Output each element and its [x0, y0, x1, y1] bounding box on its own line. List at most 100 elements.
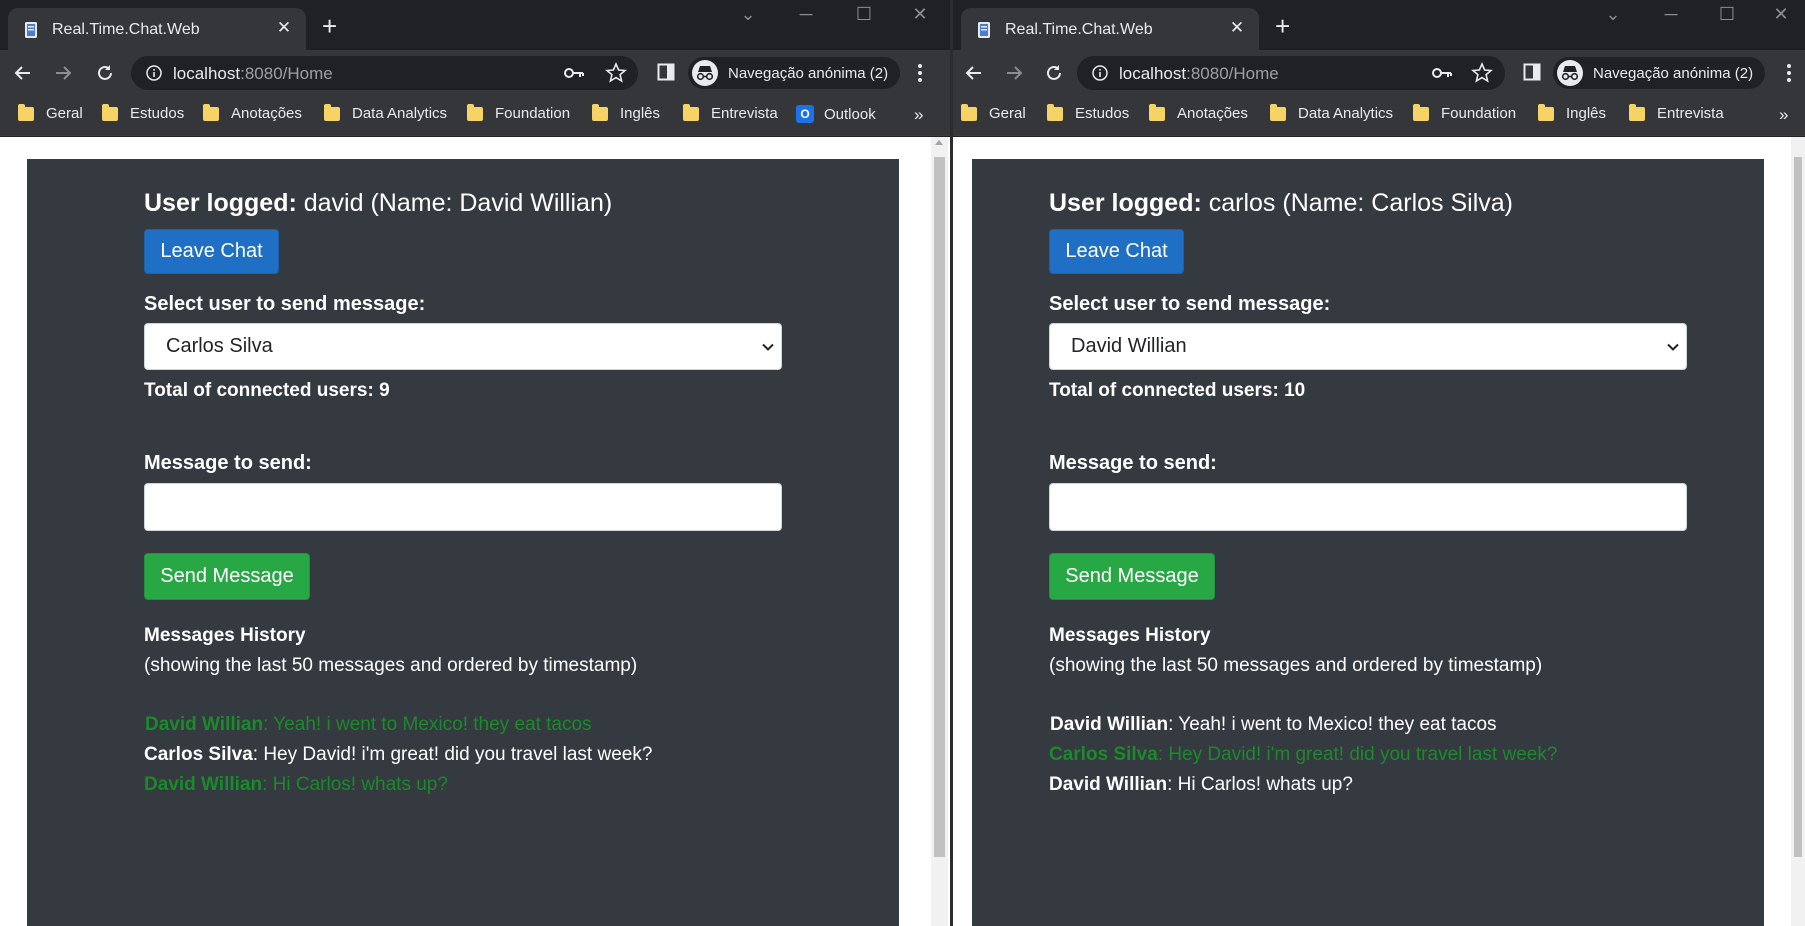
more-bookmarks-icon[interactable]: »	[1779, 105, 1788, 125]
close-window-icon[interactable]: ✕	[900, 4, 940, 25]
bookmark-folder[interactable]: Data Analytics	[1270, 103, 1393, 122]
user-select[interactable]: Carlos Silva	[144, 323, 782, 370]
folder-icon	[1270, 103, 1286, 121]
side-panel-icon[interactable]	[1523, 63, 1541, 81]
folder-icon	[683, 103, 699, 121]
address-bar[interactable]: localhost:8080/Home	[131, 56, 638, 90]
reload-icon[interactable]	[90, 58, 120, 88]
outlook-icon: O	[796, 105, 814, 123]
scrollbar-thumb[interactable]	[1794, 157, 1802, 857]
chat-message: David Willian: Yeah! i went to Mexico! t…	[1050, 714, 1497, 735]
menu-dots-icon[interactable]	[915, 62, 925, 84]
more-bookmarks-icon[interactable]: »	[914, 105, 923, 125]
site-info-icon[interactable]	[145, 64, 163, 82]
chevron-down-icon	[762, 343, 774, 351]
page-icon	[25, 22, 37, 38]
incognito-profile[interactable]: Navegação anónima (2)	[1553, 57, 1766, 89]
folder-icon	[324, 103, 340, 121]
tab-title: Real.Time.Chat.Web	[1005, 21, 1153, 38]
close-window-icon[interactable]: ✕	[1761, 4, 1801, 25]
incognito-icon	[692, 60, 718, 86]
message-label: Message to send:	[1049, 452, 1217, 474]
send-message-button[interactable]: Send Message	[1049, 553, 1215, 600]
bookmark-folder[interactable]: Anotações	[203, 103, 302, 122]
chevron-down-icon	[1667, 343, 1679, 351]
close-tab-icon[interactable]: ✕	[1227, 18, 1247, 38]
tab-real-time-chat[interactable]: Real.Time.Chat.Web ✕	[961, 8, 1259, 50]
tab-search-icon[interactable]: ⌄	[1593, 4, 1633, 25]
bookmark-folder[interactable]: Foundation	[1413, 103, 1516, 122]
chat-message: Carlos Silva: Hey David! i'm great! did …	[1049, 744, 1558, 765]
folder-icon	[592, 103, 608, 121]
forward-icon[interactable]	[48, 58, 78, 88]
chat-panel: User logged: carlos (Name: Carlos Silva)…	[972, 159, 1764, 926]
select-user-label: Select user to send message:	[1049, 293, 1331, 315]
bookmark-folder[interactable]: Estudos	[102, 103, 184, 122]
connected-users-count: Total of connected users: 10	[1049, 380, 1306, 401]
bookmark-folder[interactable]: Geral	[961, 103, 1026, 122]
side-panel-icon[interactable]	[657, 63, 675, 81]
bookmark-star-icon[interactable]	[1471, 62, 1493, 84]
forward-icon[interactable]	[999, 58, 1029, 88]
tab-real-time-chat[interactable]: Real.Time.Chat.Web ✕	[8, 8, 306, 50]
scrollbar-thumb[interactable]	[934, 157, 945, 857]
vertical-scrollbar[interactable]	[1791, 137, 1805, 926]
message-label: Message to send:	[144, 452, 312, 474]
bookmark-outlook[interactable]: O Outlook	[796, 105, 876, 123]
leave-chat-button[interactable]: Leave Chat	[144, 229, 279, 274]
bookmark-folder[interactable]: Inglês	[1538, 103, 1606, 122]
back-icon[interactable]	[959, 58, 989, 88]
page-viewport: User logged: david (Name: David Willian)…	[0, 137, 950, 926]
browser-window-left: Real.Time.Chat.Web ✕ + ⌄ ─ ☐ ✕ localhost…	[0, 0, 950, 926]
minimize-icon[interactable]: ─	[786, 4, 826, 25]
bookmark-folder[interactable]: Inglês	[592, 103, 660, 122]
site-info-icon[interactable]	[1091, 64, 1109, 82]
leave-chat-button[interactable]: Leave Chat	[1049, 229, 1184, 274]
chat-message: David Willian: Yeah! i went to Mexico! t…	[145, 714, 592, 735]
selected-user: David Willian	[1071, 335, 1187, 357]
bookmark-folder[interactable]: Anotações	[1149, 103, 1248, 122]
bookmark-star-icon[interactable]	[605, 62, 627, 84]
select-user-label: Select user to send message:	[144, 293, 426, 315]
incognito-profile[interactable]: Navegação anónima (2)	[688, 57, 901, 89]
bookmark-folder[interactable]: Estudos	[1047, 103, 1129, 122]
send-message-button[interactable]: Send Message	[144, 553, 310, 600]
maximize-icon[interactable]: ☐	[1707, 4, 1747, 25]
chat-message: David Willian: Hi Carlos! whats up?	[1049, 774, 1353, 795]
address-bar[interactable]: localhost:8080/Home	[1077, 56, 1505, 90]
key-icon[interactable]	[1431, 64, 1453, 82]
folder-icon	[102, 103, 118, 121]
scroll-up-icon[interactable]	[935, 140, 943, 145]
back-icon[interactable]	[8, 58, 38, 88]
close-tab-icon[interactable]: ✕	[274, 18, 294, 38]
user-select[interactable]: David Willian	[1049, 323, 1687, 370]
reload-icon[interactable]	[1039, 58, 1069, 88]
message-input[interactable]	[144, 483, 782, 531]
folder-icon	[467, 103, 483, 121]
menu-dots-icon[interactable]	[1784, 62, 1794, 84]
chat-content: User logged: david (Name: David Willian)…	[144, 159, 784, 919]
messages-history-title: Messages History	[1049, 625, 1211, 646]
folder-icon	[1538, 103, 1554, 121]
bookmarks-bar: Geral Estudos Anotações Data Analytics F…	[953, 96, 1805, 136]
bookmark-folder[interactable]: Geral	[18, 103, 83, 122]
tab-search-icon[interactable]: ⌄	[728, 4, 768, 25]
minimize-icon[interactable]: ─	[1651, 4, 1691, 25]
new-tab-icon[interactable]: +	[322, 13, 337, 39]
folder-icon	[961, 103, 977, 121]
message-input[interactable]	[1049, 483, 1687, 531]
key-icon[interactable]	[563, 64, 585, 82]
bookmark-folder[interactable]: Data Analytics	[324, 103, 447, 122]
incognito-icon	[1557, 60, 1583, 86]
vertical-scrollbar[interactable]	[931, 137, 948, 926]
bookmark-folder[interactable]: Foundation	[467, 103, 570, 122]
bookmark-folder[interactable]: Entrevista	[683, 103, 778, 122]
bookmark-folder[interactable]: Entrevista	[1629, 103, 1724, 122]
folder-icon	[1629, 103, 1645, 121]
new-tab-icon[interactable]: +	[1275, 13, 1290, 39]
browser-window-right: Real.Time.Chat.Web ✕ + ⌄ ─ ☐ ✕ localhost…	[953, 0, 1805, 926]
messages-history-title: Messages History	[144, 625, 306, 646]
maximize-icon[interactable]: ☐	[844, 4, 884, 25]
messages-history-subtitle: (showing the last 50 messages and ordere…	[144, 655, 638, 676]
selected-user: Carlos Silva	[166, 335, 273, 357]
